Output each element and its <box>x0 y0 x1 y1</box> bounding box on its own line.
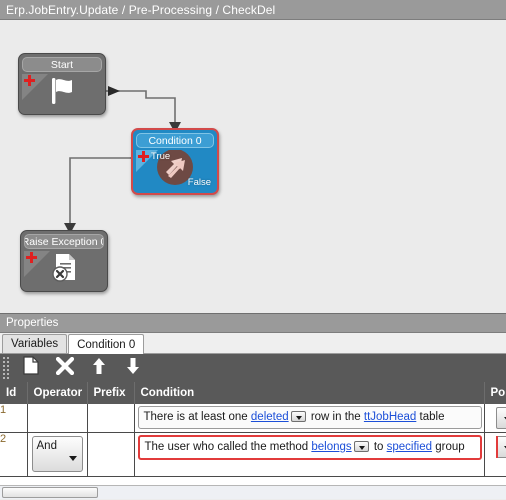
document-icon <box>23 356 39 380</box>
properties-title: Properties <box>6 317 59 329</box>
grid-toolbar <box>0 354 506 382</box>
horizontal-scrollbar-thumb[interactable] <box>2 487 98 498</box>
row-1-cond-text-0: There is at least one <box>143 411 251 423</box>
grid-header-row: Id Operator Prefix Condition Po <box>0 382 506 404</box>
node-condition-0-title: Condition 0 <box>136 133 214 148</box>
workflow-canvas[interactable]: Start Condition 0 True False Raise Excep… <box>0 20 506 313</box>
row-1-id: 1 <box>0 404 28 433</box>
node-start[interactable]: Start <box>18 53 106 115</box>
node-condition-0[interactable]: Condition 0 True False <box>131 128 219 195</box>
row-2-cond-text-0: The user who called the method <box>144 441 312 453</box>
column-header-condition[interactable]: Condition <box>134 382 485 404</box>
row-1-condition-editor[interactable]: There is at least one deleted row in the… <box>137 406 482 429</box>
plus-badge-icon <box>24 75 35 86</box>
condition-true-label: True <box>151 151 171 162</box>
column-header-prefix[interactable]: Prefix <box>87 382 135 404</box>
horizontal-scrollbar[interactable] <box>0 485 506 499</box>
row-2-condition-editor[interactable]: The user who called the method belongs t… <box>137 435 482 460</box>
row-1-cond-dropdown-icon[interactable] <box>290 411 306 423</box>
flag-icon <box>45 74 79 110</box>
node-start-title: Start <box>22 57 102 72</box>
tab-condition-0-label: Condition 0 <box>77 338 136 351</box>
condition-false-label: False <box>187 177 211 188</box>
row-2-operator[interactable]: And <box>27 432 88 477</box>
row-1-postfix[interactable] <box>484 404 506 433</box>
plus-badge-icon <box>26 252 37 263</box>
row-1-cond-link-deleted[interactable]: deleted <box>251 411 289 423</box>
node-raise-exception-0[interactable]: Raise Exception 0 <box>20 230 108 292</box>
move-up-button[interactable] <box>82 355 116 381</box>
table-row[interactable]: 2 And The user who called the method bel… <box>0 432 506 477</box>
row-2-operator-dropdown[interactable]: And <box>31 436 83 472</box>
node-start-body <box>22 74 102 110</box>
arrow-down-icon <box>126 357 140 380</box>
row-1-cond-text-2: table <box>416 411 445 423</box>
row-2-postfix[interactable] <box>484 432 506 477</box>
close-x-icon <box>55 356 75 380</box>
row-1-cond-text-1: row in the <box>307 411 364 423</box>
breadcrumb-bar: Erp.JobEntry.Update / Pre-Processing / C… <box>0 0 506 20</box>
row-2-cond-link-belongs[interactable]: belongs <box>311 441 351 453</box>
new-row-button[interactable] <box>14 355 48 381</box>
properties-tabstrip: Variables Condition 0 <box>0 333 506 354</box>
chevron-down-icon <box>68 456 77 461</box>
breadcrumb: Erp.JobEntry.Update / Pre-Processing / C… <box>6 2 276 17</box>
row-2-cond-dropdown-icon[interactable] <box>353 441 369 453</box>
delete-row-button[interactable] <box>48 355 82 381</box>
arrow-up-icon <box>92 357 106 380</box>
row-2-condition[interactable]: The user who called the method belongs t… <box>134 432 485 477</box>
toolbar-grip-handle[interactable] <box>2 357 10 379</box>
node-raise-exception-0-body <box>24 251 104 287</box>
row-2-cond-text-1: to <box>370 441 387 453</box>
row-2-postfix-dropdown[interactable] <box>496 436 506 458</box>
tab-variables-label: Variables <box>11 338 59 350</box>
column-header-operator[interactable]: Operator <box>27 382 88 404</box>
document-error-icon <box>47 251 81 287</box>
tab-variables[interactable]: Variables <box>2 334 68 353</box>
row-2-id: 2 <box>0 432 28 477</box>
tab-condition-0[interactable]: Condition 0 <box>68 334 145 354</box>
row-1-postfix-dropdown[interactable] <box>496 407 506 429</box>
row-2-cond-link-specified[interactable]: specified <box>387 441 432 453</box>
row-1-cond-link-ttjobhead[interactable]: ttJobHead <box>364 411 416 423</box>
row-2-operator-value: And <box>36 440 57 452</box>
condition-grid[interactable]: Id Operator Prefix Condition Po 1 There … <box>0 382 506 485</box>
column-header-id[interactable]: Id <box>0 382 28 404</box>
plus-badge-icon <box>138 151 149 162</box>
node-raise-exception-0-title: Raise Exception 0 <box>24 234 104 249</box>
row-2-prefix[interactable] <box>87 432 135 477</box>
table-row[interactable]: 1 There is at least one deleted row in t… <box>0 404 506 433</box>
row-1-operator[interactable] <box>27 404 88 433</box>
row-1-prefix[interactable] <box>87 404 135 433</box>
column-header-postfix[interactable]: Po <box>484 382 506 404</box>
node-condition-0-body: True False <box>136 150 214 189</box>
row-1-condition[interactable]: There is at least one deleted row in the… <box>134 404 485 433</box>
move-down-button[interactable] <box>116 355 150 381</box>
row-2-cond-text-2: group <box>432 441 465 453</box>
properties-header: Properties <box>0 313 506 333</box>
